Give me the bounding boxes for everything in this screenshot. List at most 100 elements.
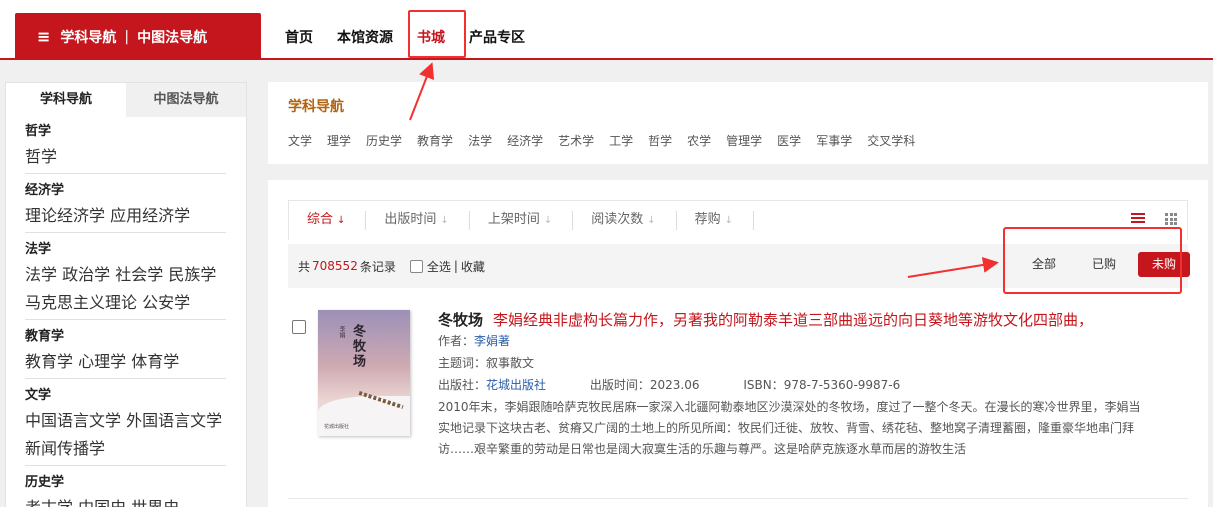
category-link[interactable]: 心理学: [78, 352, 126, 371]
category-link[interactable]: 公安学: [142, 293, 190, 312]
book-item: 李娟 冬牧场 花城出版社 冬牧场 李娟经典非虚构长篇力作，另著我的阿勒泰羊道三部曲…: [288, 310, 1188, 500]
book-subject-row: 主题词：叙事散文: [438, 352, 1158, 374]
category-link[interactable]: 社会学: [115, 265, 163, 284]
sidebar-tabs: 学科导航 中图法导航: [6, 83, 246, 117]
category-title[interactable]: 经济学: [25, 180, 226, 202]
cover-author: 李娟: [338, 326, 345, 338]
cover-title: 冬牧场: [350, 324, 365, 369]
subject-link[interactable]: 农学: [687, 132, 711, 149]
category-block: 考古学 中国史 世界史: [25, 494, 226, 507]
record-count-prefix: 共: [298, 259, 311, 274]
category-block: 教育学 心理学 体育学: [25, 348, 226, 379]
menu-item-home[interactable]: 首页: [273, 18, 325, 58]
category-link[interactable]: 考古学: [25, 498, 73, 507]
tab-clc-navigation[interactable]: 中图法导航: [126, 83, 246, 117]
select-all-checkbox[interactable]: [409, 259, 423, 273]
sort-arrow-icon: ↓: [647, 215, 656, 226]
subject-link[interactable]: 文学: [288, 132, 312, 149]
category-link[interactable]: 教育学: [25, 352, 73, 371]
category-link[interactable]: 中国史: [78, 498, 126, 507]
subject-link[interactable]: 管理学: [726, 132, 762, 149]
subject-link[interactable]: 军事学: [816, 132, 852, 149]
book-divider: [288, 498, 1188, 499]
category-link[interactable]: 哲学: [25, 147, 57, 166]
category-link[interactable]: 理论经济学: [25, 206, 105, 225]
category-link[interactable]: 政治学: [62, 265, 110, 284]
main-menu: 首页 本馆资源 书城 产品专区: [273, 18, 537, 58]
cover-publisher: 花城出版社: [324, 424, 350, 430]
subject-link[interactable]: 哲学: [648, 132, 672, 149]
pubdate-label: 出版时间：: [589, 378, 650, 392]
category-link[interactable]: 世界史: [131, 498, 179, 507]
tab-subject-navigation[interactable]: 学科导航: [6, 83, 126, 117]
subject-label: 主题词：: [438, 356, 487, 370]
subject-link[interactable]: 艺术学: [558, 132, 594, 149]
view-toggle: [1131, 213, 1177, 225]
select-all-label[interactable]: 全选: [427, 258, 451, 275]
category-title[interactable]: 法学: [25, 239, 226, 261]
category-link[interactable]: 体育学: [131, 352, 179, 371]
sort-arrow-icon: ↓: [724, 215, 734, 226]
book-cover-image[interactable]: 李娟 冬牧场 花城出版社: [318, 310, 410, 436]
info-divider: |: [453, 259, 458, 273]
book-title-row: 冬牧场 李娟经典非虚构长篇力作，另著我的阿勒泰羊道三部曲遥远的向日葵地等游牧文化四…: [438, 310, 1158, 330]
author-link[interactable]: 李娟著: [474, 334, 510, 348]
subject-link[interactable]: 工学: [609, 132, 633, 149]
category-link[interactable]: 外国语言文学: [126, 411, 222, 430]
record-count-suffix: 条记录: [359, 259, 396, 274]
category-link[interactable]: 民族学: [168, 265, 216, 284]
category-title[interactable]: 历史学: [25, 472, 226, 494]
nav-separator: |: [124, 28, 130, 45]
category-title[interactable]: 哲学: [25, 121, 226, 143]
nav-label-clc: 中图法导航: [137, 29, 208, 46]
category-title[interactable]: 文学: [25, 385, 226, 407]
sort-shelf-date[interactable]: 上架时间 ↓: [488, 211, 574, 230]
annotation-highlight-bookstore: [408, 10, 466, 58]
publisher-link[interactable]: 花城出版社: [486, 378, 546, 392]
subject-value: 叙事散文: [486, 356, 535, 370]
subject-panel-title: 学科导航: [288, 99, 344, 115]
favorite-button[interactable]: 收藏: [461, 258, 485, 275]
category-list: 哲学 哲学 经济学 理论经济学 应用经济学 法学 法学 政治学 社会学 民族学 …: [6, 121, 246, 507]
category-block: 法学 政治学 社会学 民族学 马克思主义理论 公安学: [25, 261, 226, 320]
isbn-label: ISBN：: [743, 378, 784, 392]
category-title[interactable]: 教育学: [25, 326, 226, 348]
author-label: 作者：: [438, 334, 475, 348]
subject-navigation-panel: 学科导航 文学 理学 历史学 教育学 法学 经济学 艺术学 工学 哲学 农学 管…: [268, 82, 1208, 164]
category-link[interactable]: 应用经济学: [110, 206, 190, 225]
grid-view-icon[interactable]: [1165, 213, 1177, 225]
book-info: 冬牧场 李娟经典非虚构长篇力作，另著我的阿勒泰羊道三部曲遥远的向日葵地等游牧文化四…: [438, 310, 1158, 460]
category-link[interactable]: 法学: [25, 265, 57, 284]
book-author-row: 作者：李娟著: [438, 330, 1158, 352]
subject-link[interactable]: 教育学: [417, 132, 453, 149]
list-view-icon[interactable]: [1131, 213, 1145, 223]
sort-read-count[interactable]: 阅读次数 ↓: [591, 211, 677, 230]
navigation-menu-button[interactable]: ≡ 学科导航 | 中图法导航: [15, 13, 261, 60]
category-link[interactable]: 中国语言文学: [25, 411, 121, 430]
subject-link[interactable]: 交叉学科: [867, 132, 915, 149]
category-block: 中国语言文学 外国语言文学 新闻传播学: [25, 407, 226, 466]
sort-recommend[interactable]: 荐购 ↓: [695, 211, 755, 230]
subject-list: 文学 理学 历史学 教育学 法学 经济学 艺术学 工学 哲学 农学 管理学 医学…: [288, 132, 930, 149]
category-link[interactable]: 新闻传播学: [25, 439, 105, 458]
category-link[interactable]: 马克思主义理论: [25, 293, 137, 312]
isbn-value: 978-7-5360-9987-6: [783, 378, 901, 392]
book-subtitle[interactable]: 李娟经典非虚构长篇力作，另著我的阿勒泰羊道三部曲遥远的向日葵地等游牧文化四部曲，: [493, 311, 1093, 329]
sort-comprehensive[interactable]: 综合 ↓: [307, 211, 367, 230]
subject-link[interactable]: 经济学: [507, 132, 543, 149]
category-block: 理论经济学 应用经济学: [25, 202, 226, 233]
category-block: 哲学: [25, 143, 226, 174]
book-select-checkbox[interactable]: [292, 320, 306, 334]
sort-publish-date[interactable]: 出版时间 ↓: [384, 211, 470, 230]
subject-link[interactable]: 理学: [327, 132, 351, 149]
results-panel: 综合 ↓ 出版时间 ↓ 上架时间 ↓ 阅读次数 ↓ 荐购 ↓ 共 708552 条记录 全…: [268, 180, 1208, 507]
menu-item-products[interactable]: 产品专区: [457, 18, 537, 58]
subject-link[interactable]: 医学: [777, 132, 801, 149]
sort-arrow-icon: ↓: [337, 215, 346, 226]
subject-link[interactable]: 法学: [468, 132, 492, 149]
subject-link[interactable]: 历史学: [366, 132, 402, 149]
menu-item-library-resources[interactable]: 本馆资源: [325, 18, 405, 58]
book-title[interactable]: 冬牧场: [438, 311, 483, 329]
pubdate-value: 2023.06: [649, 378, 700, 392]
nav-label-subject: 学科导航: [60, 29, 117, 46]
